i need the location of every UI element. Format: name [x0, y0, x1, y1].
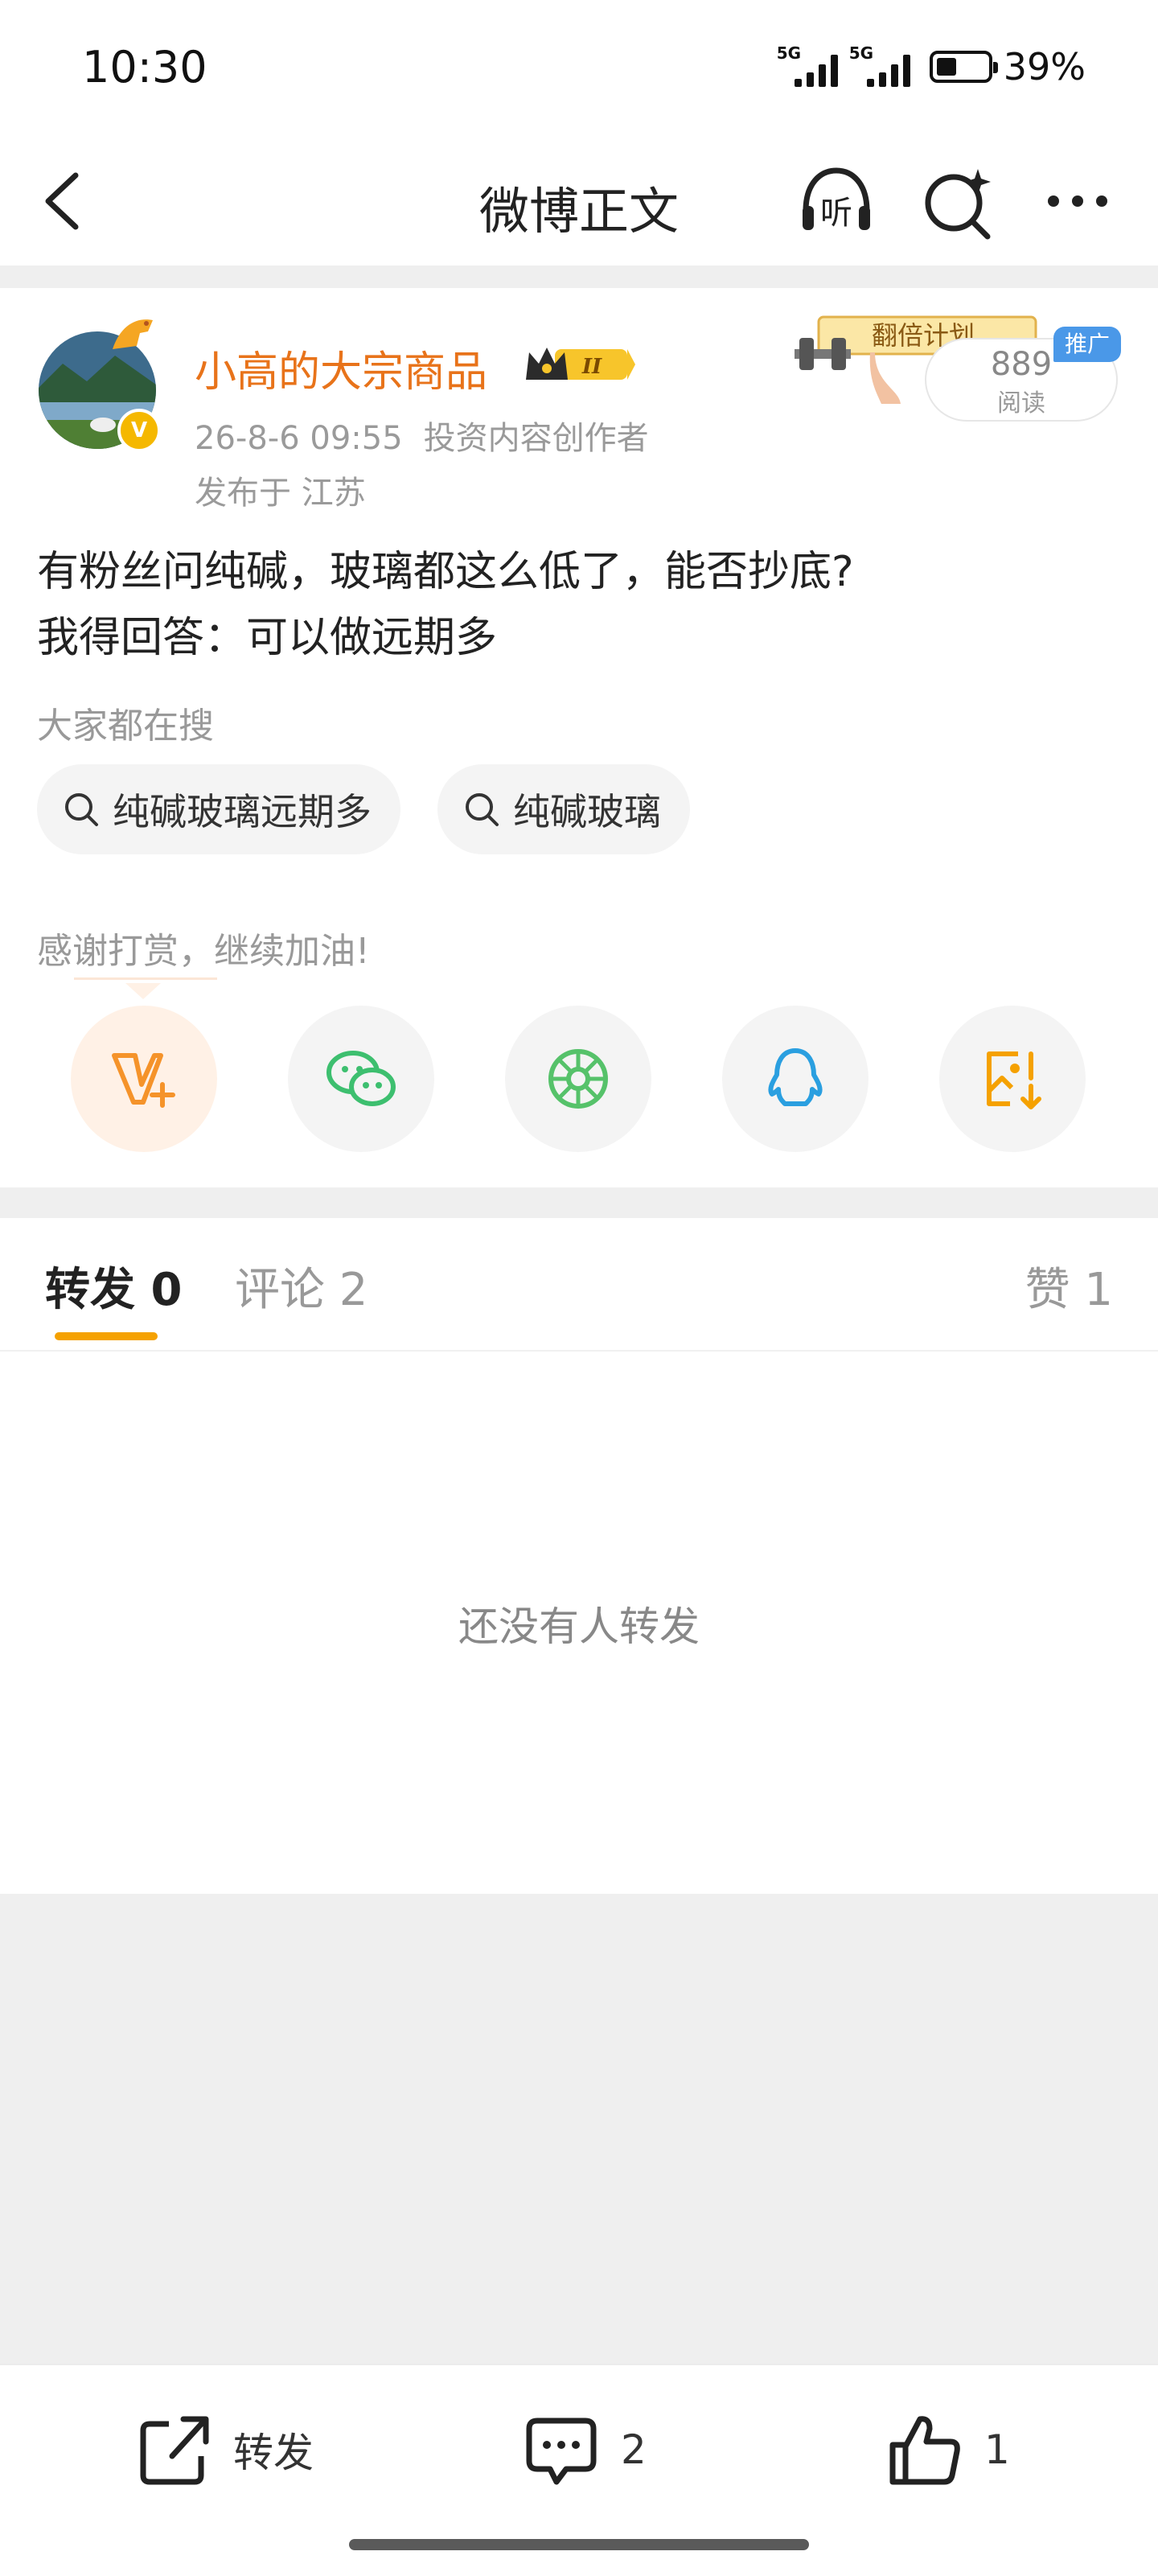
listen-icon: 听 [803, 167, 870, 232]
divider [0, 265, 1158, 288]
ai-search-button[interactable] [918, 161, 999, 241]
repost-icon [140, 2416, 209, 2485]
home-indicator[interactable] [349, 2539, 809, 2550]
verified-badge-icon: V [117, 409, 161, 452]
active-tab-indicator [55, 1332, 158, 1340]
like-button[interactable]: 1 [885, 2405, 1010, 2494]
save-image-share-button[interactable] [939, 1006, 1086, 1152]
qq-share-button[interactable] [722, 1006, 868, 1152]
battery-percent: 39% [1003, 45, 1086, 88]
horse-decoration-icon [113, 319, 153, 349]
qq-icon [768, 1048, 823, 1106]
wechat-share-button[interactable] [288, 1006, 434, 1152]
wechat-icon [326, 1051, 396, 1106]
more-button[interactable] [1037, 161, 1118, 241]
post-line: 我得回答：可以做远期多 [37, 614, 498, 662]
search-chip-label: 纯碱玻璃 [513, 790, 661, 833]
read-count-label: 阅读 [997, 389, 1045, 418]
listen-button[interactable]: 听 [796, 161, 877, 241]
status-time: 10:30 [82, 42, 207, 93]
member-crown-icon: II [526, 348, 635, 380]
ad-badge: 推广 [1053, 327, 1121, 362]
battery-icon [929, 51, 998, 83]
signal-icon: 5G [777, 43, 838, 87]
thumbs-up-icon [889, 2416, 960, 2485]
save-image-icon [987, 1051, 1041, 1109]
moments-share-button[interactable] [505, 1006, 651, 1152]
repost-button[interactable]: 转发 [133, 2405, 314, 2494]
post-time: 26-8-6 09:55 [195, 420, 403, 457]
search-chip-label: 纯碱玻璃远期多 [113, 790, 372, 833]
vplus-share-button[interactable] [71, 1006, 217, 1152]
comment-button[interactable]: 2 [521, 2405, 647, 2494]
svg-text:II: II [581, 355, 602, 379]
comment-count: 2 [621, 2426, 647, 2473]
tab-repost[interactable]: 转发 0 [45, 1253, 182, 1319]
reward-text: 感谢打赏，继续加油! [37, 931, 370, 972]
divider [0, 1187, 1158, 1218]
search-icon [466, 793, 499, 826]
trending-search-title: 大家都在搜 [37, 706, 214, 747]
author-name[interactable]: 小高的大宗商品 [195, 338, 487, 398]
tip-arrow [125, 983, 161, 999]
search-chip[interactable]: 纯碱玻璃 [437, 764, 690, 854]
status-indicators: 5G 5G 39% [777, 43, 1086, 88]
search-chip[interactable]: 纯碱玻璃远期多 [37, 764, 400, 854]
like-count: 1 [984, 2426, 1010, 2473]
post-content: 有粉丝问纯碱，玻璃都这么低了，能否抄底? 我得回答：可以做远期多 [37, 539, 1115, 671]
repost-label: 转发 [233, 2430, 314, 2476]
empty-state-text: 还没有人转发 [458, 1603, 700, 1650]
blank-area [0, 1894, 1158, 2364]
more-icon [1048, 195, 1107, 207]
author-role: 投资内容创作者 [423, 420, 649, 457]
tip-divider [74, 977, 217, 980]
comment-icon [526, 2418, 597, 2485]
network-type-label: 5G [776, 43, 802, 63]
network-type-label: 5G [848, 43, 874, 63]
search-icon [65, 793, 98, 826]
signal-icon: 5G [849, 43, 910, 87]
post-meta: 26-8-6 09:55 投资内容创作者 [195, 412, 649, 459]
tab-comment[interactable]: 评论 2 [235, 1253, 368, 1319]
tab-like[interactable]: 赞 1 [1025, 1253, 1113, 1319]
vplus-icon [112, 1053, 175, 1108]
divider [0, 1350, 1158, 1352]
ai-search-icon [925, 169, 991, 240]
post-location: 发布于 江苏 [195, 475, 366, 512]
moments-icon [548, 1049, 608, 1109]
svg-text:听: 听 [820, 195, 852, 232]
post-line: 有粉丝问纯碱，玻璃都这么低了，能否抄底? [37, 548, 854, 596]
